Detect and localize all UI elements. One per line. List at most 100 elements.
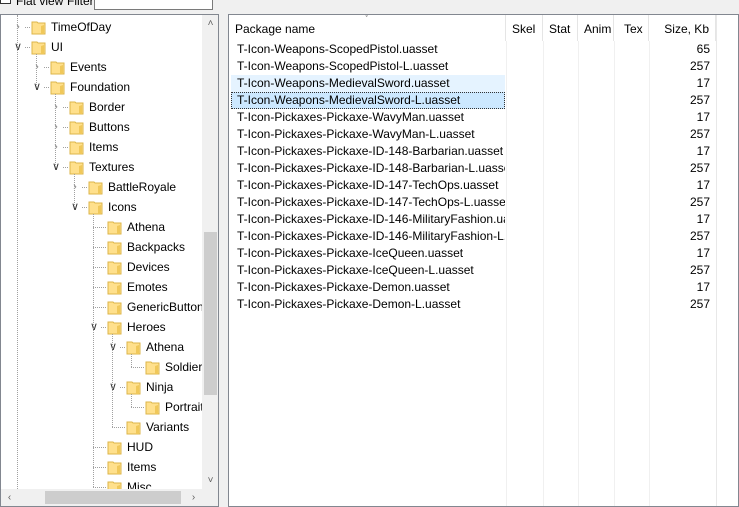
tree-item[interactable]: › Buttons: [1, 117, 201, 137]
column-header-tex[interactable]: Tex: [614, 15, 649, 41]
package-name-cell: T-Icon-Pickaxes-Pickaxe-WavyMan-L.uasset: [237, 127, 475, 141]
tree-item[interactable]: Emotes: [1, 277, 201, 297]
chevron-down-icon[interactable]: ∨: [88, 317, 100, 337]
tree-item[interactable]: Variants: [1, 417, 201, 437]
tree-item[interactable]: ∨ Heroes: [1, 317, 201, 337]
scroll-left-icon[interactable]: ‹: [1, 489, 18, 506]
chevron-down-icon[interactable]: ∨: [107, 337, 119, 357]
folder-icon: [50, 80, 65, 95]
tree-item-label: Backpacks: [127, 240, 186, 254]
tree-item[interactable]: Items: [1, 457, 201, 477]
tree-item[interactable]: GenericButtons: [1, 297, 210, 317]
tree-item[interactable]: ∨ Athena: [1, 337, 201, 357]
list-row[interactable]: T-Icon-Pickaxes-Pickaxe-Demon.uasset 17: [229, 279, 738, 296]
list-row[interactable]: T-Icon-Pickaxes-Pickaxe-ID-146-MilitaryF…: [229, 211, 738, 228]
tree-item[interactable]: › Border: [1, 97, 201, 117]
package-name-cell: T-Icon-Weapons-ScopedPistol.uasset: [237, 42, 438, 56]
chevron-right-icon[interactable]: ›: [50, 97, 62, 117]
list-row[interactable]: T-Icon-Weapons-MedievalSword-L.uasset 257: [229, 92, 738, 109]
chevron-right-icon[interactable]: ›: [12, 17, 24, 37]
tree-item-label: Items: [89, 140, 119, 154]
filter-input[interactable]: [94, 0, 213, 10]
chevron-down-icon[interactable]: ∨: [31, 77, 43, 97]
tree-hscroll-thumb[interactable]: [45, 491, 181, 504]
list-row[interactable]: T-Icon-Pickaxes-Pickaxe-ID-148-Barbarian…: [229, 160, 738, 177]
size-cell: 17: [696, 144, 710, 158]
column-header-package-name[interactable]: Package name: [229, 15, 506, 41]
tree-item[interactable]: ∨ Icons: [1, 197, 201, 217]
tree-item-label: Ninja: [146, 380, 174, 394]
column-header-skel[interactable]: Skel: [506, 15, 543, 41]
list-row[interactable]: T-Icon-Pickaxes-Pickaxe-IceQueen.uasset 1…: [229, 245, 738, 262]
size-cell: 257: [689, 93, 710, 107]
column-header-anim[interactable]: Anim: [578, 15, 614, 41]
list-row[interactable]: T-Icon-Pickaxes-Pickaxe-ID-147-TechOps.u…: [229, 177, 738, 194]
tree-item[interactable]: › TimeOfDay: [1, 17, 201, 37]
tree-item[interactable]: Devices: [1, 257, 201, 277]
tree-item[interactable]: ∨ Ninja: [1, 377, 201, 397]
list-row[interactable]: T-Icon-Weapons-ScopedPistol.uasset 65: [229, 41, 738, 58]
tree-item[interactable]: ∨ UI: [1, 37, 201, 57]
tree-connector: [63, 167, 68, 168]
flat-view-label: Flat view: [16, 0, 64, 8]
tree-item[interactable]: ∨ Foundation: [1, 77, 201, 97]
chevron-right-icon[interactable]: ›: [31, 57, 43, 77]
list-row[interactable]: T-Icon-Pickaxes-Pickaxe-ID-146-MilitaryF…: [229, 228, 738, 245]
tree-item-label: Variants: [146, 420, 190, 434]
tree-connector: [93, 287, 106, 288]
scroll-right-icon[interactable]: ›: [185, 489, 202, 506]
tree-item[interactable]: › Events: [1, 57, 201, 77]
flat-view-checkbox[interactable]: [0, 0, 11, 4]
list-row[interactable]: T-Icon-Pickaxes-Pickaxe-ID-148-Barbarian…: [229, 143, 738, 160]
size-cell: 17: [696, 110, 710, 124]
tree-connector: [112, 427, 125, 428]
folder-icon: [107, 280, 122, 295]
tree-item[interactable]: Soldier: [1, 357, 202, 377]
tree-guide-line: [112, 334, 113, 427]
tree-item[interactable]: Athena: [1, 217, 201, 237]
list-row[interactable]: T-Icon-Weapons-MedievalSword.uasset 17: [229, 75, 738, 92]
list-row[interactable]: T-Icon-Pickaxes-Pickaxe-WavyMan-L.uasset…: [229, 126, 738, 143]
tree-guide-line: [17, 15, 18, 495]
folder-icon: [107, 260, 122, 275]
size-cell: 257: [689, 195, 710, 209]
tree-connector: [25, 27, 30, 28]
tree-connector: [82, 207, 87, 208]
size-cell: 65: [696, 42, 710, 56]
list-row[interactable]: T-Icon-Pickaxes-Pickaxe-WavyMan.uasset 17: [229, 109, 738, 126]
scroll-down-icon[interactable]: ˅: [202, 472, 218, 489]
tree-horizontal-scrollbar[interactable]: ‹ ›: [1, 489, 202, 506]
size-cell: 257: [689, 229, 710, 243]
chevron-down-icon[interactable]: ∨: [107, 377, 119, 397]
tree-item[interactable]: › Items: [1, 137, 201, 157]
tree-item-label: UI: [51, 40, 63, 54]
scroll-up-icon[interactable]: ˄: [202, 15, 218, 32]
tree-item[interactable]: HUD: [1, 437, 201, 457]
folder-icon: [88, 200, 103, 215]
column-header-size[interactable]: Size, Kb: [649, 15, 716, 41]
chevron-right-icon[interactable]: ›: [69, 177, 81, 197]
chevron-right-icon[interactable]: ›: [50, 137, 62, 157]
tree-item-label: Emotes: [127, 280, 168, 294]
tree-item[interactable]: ∨ Textures: [1, 157, 201, 177]
list-row[interactable]: T-Icon-Weapons-ScopedPistol-L.uasset 257: [229, 58, 738, 75]
list-row[interactable]: T-Icon-Pickaxes-Pickaxe-ID-147-TechOps-L…: [229, 194, 738, 211]
list-row[interactable]: T-Icon-Pickaxes-Pickaxe-Demon-L.uasset 25…: [229, 296, 738, 313]
size-cell: 17: [696, 280, 710, 294]
tree-item[interactable]: Portrait: [1, 397, 204, 417]
size-cell: 17: [696, 246, 710, 260]
tree-item[interactable]: › BattleRoyale: [1, 177, 201, 197]
column-header-stat[interactable]: Stat: [543, 15, 578, 41]
chevron-right-icon[interactable]: ›: [50, 117, 62, 137]
folder-icon: [31, 20, 46, 35]
tree-vertical-scrollbar[interactable]: ˄ ˅: [202, 15, 218, 489]
chevron-down-icon[interactable]: ∨: [12, 37, 24, 57]
list-row[interactable]: T-Icon-Pickaxes-Pickaxe-IceQueen-L.uasse…: [229, 262, 738, 279]
package-name-cell: T-Icon-Weapons-ScopedPistol-L.uasset: [237, 59, 449, 73]
folder-tree: › TimeOfDay ∨ UI › Events ∨ Foundation › Border › B…: [0, 14, 219, 507]
package-name-cell: T-Icon-Pickaxes-Pickaxe-IceQueen-L.uasse…: [237, 263, 474, 277]
tree-vscroll-thumb[interactable]: [204, 232, 217, 395]
chevron-down-icon[interactable]: ∨: [69, 197, 81, 217]
chevron-down-icon[interactable]: ∨: [50, 157, 62, 177]
tree-item[interactable]: Backpacks: [1, 237, 201, 257]
